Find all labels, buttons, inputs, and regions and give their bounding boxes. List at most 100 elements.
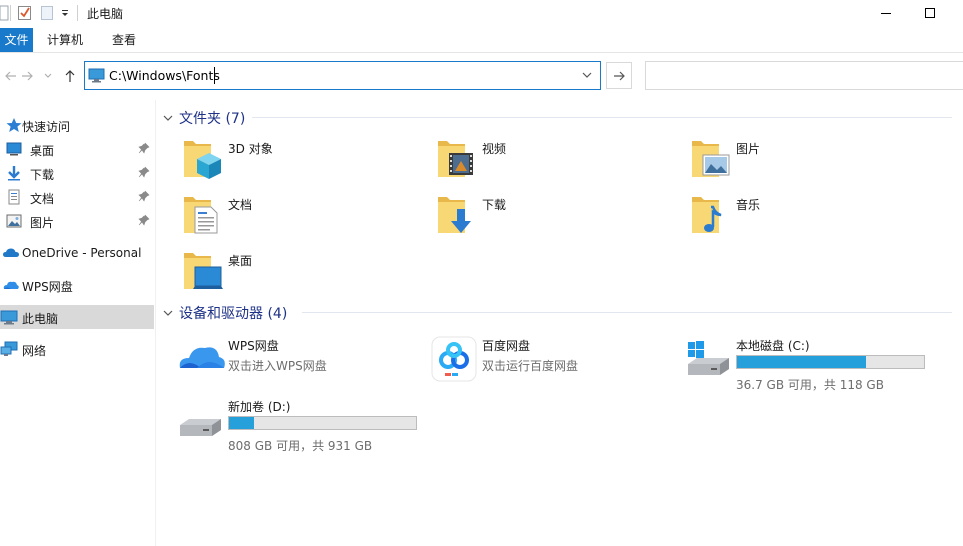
sidebar-item-this-pc[interactable]: 此电脑 xyxy=(0,305,154,329)
sidebar-item-documents[interactable]: 文档 xyxy=(0,185,154,209)
sidebar-item-wps-cloud[interactable]: WPS网盘 xyxy=(0,273,154,297)
group-divider xyxy=(252,117,952,118)
sidebar-item-label: 网络 xyxy=(22,344,47,358)
sidebar-item-downloads[interactable]: 下载 xyxy=(0,161,154,185)
up-arrow-icon xyxy=(65,70,75,82)
device-name: 百度网盘 xyxy=(482,339,531,353)
device-item-baidu-netdisk[interactable]: 百度网盘 双击运行百度网盘 xyxy=(431,336,681,396)
windows-drive-icon xyxy=(688,341,729,375)
capacity-bar-fill xyxy=(229,417,254,429)
capacity-bar-fill xyxy=(737,356,866,368)
chevron-down-icon[interactable] xyxy=(580,68,594,82)
search-input[interactable] xyxy=(645,61,963,90)
folder-name: 音乐 xyxy=(736,198,761,212)
computer-icon xyxy=(88,68,105,83)
separator xyxy=(77,5,78,21)
content-area: 文件夹 (7) 3D 对象 视频 图片 文档 下载 音乐 桌面 设备和驱动器 (… xyxy=(157,100,963,546)
minimize-button[interactable] xyxy=(863,0,909,26)
pin-icon[interactable] xyxy=(138,166,150,178)
device-name: WPS网盘 xyxy=(228,339,279,353)
folder-item-downloads[interactable]: 下载 xyxy=(437,193,677,247)
sidebar-item-label: WPS网盘 xyxy=(22,280,73,294)
text-caret xyxy=(214,67,215,84)
maximize-button[interactable] xyxy=(907,0,953,26)
capacity-bar xyxy=(736,355,925,369)
tab-computer[interactable]: 计算机 xyxy=(47,28,83,52)
device-name: 本地磁盘 (C:) xyxy=(736,339,810,353)
separator xyxy=(10,5,11,21)
chevron-down-icon xyxy=(44,73,52,78)
tab-file[interactable]: 文件 xyxy=(0,28,33,52)
group-header-devices[interactable]: 设备和驱动器 (4) xyxy=(163,303,287,323)
sidebar-item-label: 此电脑 xyxy=(22,312,59,326)
minimize-icon xyxy=(881,13,891,14)
recent-locations-button[interactable] xyxy=(37,65,59,87)
folder-name: 图片 xyxy=(736,142,761,156)
downloads-folder-icon xyxy=(438,197,471,233)
folder-item-3d-objects[interactable]: 3D 对象 xyxy=(183,137,423,191)
folder-item-music[interactable]: 音乐 xyxy=(691,193,931,247)
baidu-netdisk-icon xyxy=(431,336,477,382)
folder-name: 桌面 xyxy=(228,254,253,268)
customize-toolbar-dropdown-icon[interactable] xyxy=(60,3,70,23)
desktop-icon xyxy=(6,142,22,156)
device-subtitle: 双击运行百度网盘 xyxy=(482,359,579,373)
network-icon xyxy=(0,341,18,356)
device-item-new-volume-d[interactable]: 新加卷 (D:) 808 GB 可用，共 931 GB xyxy=(177,397,427,457)
group-title: 设备和驱动器 (4) xyxy=(179,306,288,322)
pin-icon[interactable] xyxy=(138,142,150,154)
address-bar[interactable]: C:\Windows\Fonts xyxy=(84,61,601,90)
music-folder-icon xyxy=(692,197,722,233)
go-button[interactable] xyxy=(606,62,632,89)
folder-name: 下载 xyxy=(482,198,507,212)
sidebar-item-desktop[interactable]: 桌面 xyxy=(0,137,154,161)
group-divider xyxy=(302,312,952,313)
chevron-down-icon xyxy=(163,310,173,316)
title-bar: 此电脑 xyxy=(0,0,963,26)
forward-button[interactable] xyxy=(16,65,38,87)
folder-item-documents[interactable]: 文档 xyxy=(183,193,423,247)
window-title: 此电脑 xyxy=(87,7,124,21)
up-button[interactable] xyxy=(59,65,81,87)
sidebar-item-label: 文档 xyxy=(30,192,55,206)
drive-icon xyxy=(180,419,221,436)
sidebar-item-label: OneDrive - Personal xyxy=(22,246,142,260)
sidebar-item-pictures[interactable]: 图片 xyxy=(0,209,154,233)
group-header-folders[interactable]: 文件夹 (7) xyxy=(163,108,245,128)
capacity-bar xyxy=(228,416,417,430)
folder-name: 文档 xyxy=(228,198,253,212)
sidebar-item-network[interactable]: 网络 xyxy=(0,337,154,361)
device-usage: 36.7 GB 可用，共 118 GB xyxy=(736,378,884,392)
cloud-icon xyxy=(3,248,19,257)
3d-objects-folder-icon xyxy=(184,141,221,179)
device-name: 新加卷 (D:) xyxy=(228,400,291,414)
wps-cloud-icon xyxy=(3,281,19,289)
star-icon xyxy=(6,118,22,132)
folder-name: 视频 xyxy=(482,142,507,156)
tab-view[interactable]: 查看 xyxy=(112,28,136,52)
document-icon xyxy=(8,189,20,205)
pin-icon[interactable] xyxy=(138,190,150,202)
videos-folder-icon xyxy=(438,141,473,177)
address-path[interactable]: C:\Windows\Fonts xyxy=(109,68,220,83)
folder-item-pictures[interactable]: 图片 xyxy=(691,137,931,191)
device-item-local-disk-c[interactable]: 本地磁盘 (C:) 36.7 GB 可用，共 118 GB xyxy=(685,336,935,396)
new-folder-icon[interactable] xyxy=(40,3,54,23)
download-icon xyxy=(8,166,20,181)
pin-icon[interactable] xyxy=(138,214,150,226)
pictures-folder-icon xyxy=(692,141,730,177)
properties-icon[interactable] xyxy=(17,3,33,23)
chevron-down-icon xyxy=(163,115,173,121)
device-subtitle: 双击进入WPS网盘 xyxy=(228,359,327,373)
sidebar-item-label: 图片 xyxy=(30,216,55,230)
computer-icon xyxy=(0,310,18,325)
folder-item-desktop[interactable]: 桌面 xyxy=(183,249,423,303)
go-arrow-icon xyxy=(614,71,625,80)
wps-cloud-icon xyxy=(179,347,225,368)
sidebar-item-quick-access[interactable]: 快速访问 xyxy=(0,113,154,137)
device-usage: 808 GB 可用，共 931 GB xyxy=(228,439,373,453)
device-item-wps-cloud[interactable]: WPS网盘 双击进入WPS网盘 xyxy=(177,336,427,396)
sidebar-item-label: 下载 xyxy=(30,168,55,182)
sidebar-item-onedrive[interactable]: OneDrive - Personal xyxy=(0,241,154,265)
folder-item-videos[interactable]: 视频 xyxy=(437,137,677,191)
